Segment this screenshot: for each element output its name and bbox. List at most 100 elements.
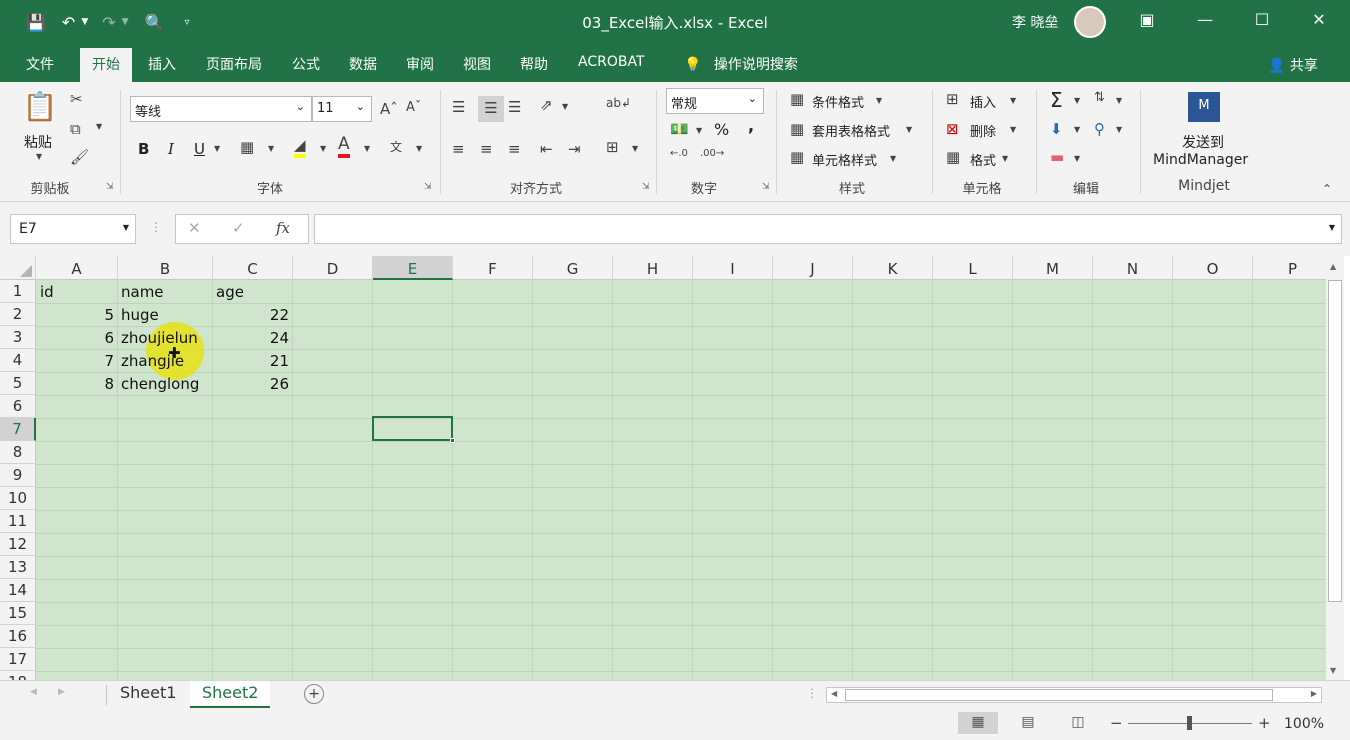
- row-header-selected[interactable]: 7: [0, 418, 36, 441]
- chevron-down-icon[interactable]: ▼: [36, 152, 42, 161]
- wrap-text-icon[interactable]: ab↲: [606, 96, 631, 110]
- row-header[interactable]: 2: [0, 303, 36, 326]
- sort-filter-icon[interactable]: ⇅: [1094, 90, 1105, 105]
- more-options-icon[interactable]: ⋮: [150, 220, 162, 234]
- column-header-h[interactable]: H: [613, 256, 693, 280]
- cell-a4[interactable]: 7: [36, 349, 117, 372]
- chevron-down-icon[interactable]: ▼: [1116, 96, 1122, 105]
- chevron-down-icon[interactable]: ▼: [1116, 125, 1122, 134]
- row-header[interactable]: 9: [0, 464, 36, 487]
- tab-insert[interactable]: 插入: [148, 54, 176, 74]
- cell-c5[interactable]: 26: [212, 372, 292, 395]
- column-header-j[interactable]: J: [773, 256, 853, 280]
- chevron-down-icon[interactable]: ▼: [1010, 96, 1016, 105]
- tab-split-handle-icon[interactable]: ⋮: [806, 686, 818, 700]
- column-header-g[interactable]: G: [533, 256, 613, 280]
- align-bottom-icon[interactable]: ☰: [508, 98, 521, 116]
- cut-icon[interactable]: ✂: [70, 90, 83, 108]
- cell-b2[interactable]: huge: [117, 303, 212, 326]
- row-header[interactable]: 15: [0, 602, 36, 625]
- row-header[interactable]: 17: [0, 648, 36, 671]
- bold-button[interactable]: B: [138, 140, 149, 158]
- format-painter-icon[interactable]: 🖌: [70, 148, 89, 166]
- cell-a1[interactable]: id: [36, 280, 118, 303]
- chevron-down-icon[interactable]: ▼: [1002, 154, 1008, 163]
- tab-review[interactable]: 审阅: [406, 54, 434, 74]
- cell-styles-button[interactable]: 单元格样式: [812, 150, 877, 169]
- increase-indent-icon[interactable]: ⇥: [568, 140, 581, 158]
- clear-icon[interactable]: ▬: [1050, 148, 1064, 166]
- row-header[interactable]: 6: [0, 395, 36, 418]
- number-format-select[interactable]: 常规 ⌄: [666, 88, 764, 114]
- scroll-down-icon[interactable]: ▼: [1330, 666, 1336, 675]
- dialog-launcher-icon[interactable]: ⇲: [642, 182, 650, 192]
- scroll-up-icon[interactable]: ▲: [1330, 262, 1336, 271]
- cell-c2[interactable]: 22: [212, 303, 292, 326]
- normal-view-icon[interactable]: ▦: [958, 712, 998, 734]
- close-icon[interactable]: ✕: [1304, 10, 1334, 29]
- chevron-down-icon[interactable]: ▼: [268, 144, 274, 153]
- increase-font-icon[interactable]: Aˆ: [380, 100, 398, 118]
- align-top-icon[interactable]: ☰: [452, 98, 465, 116]
- scroll-tabs-left-icon[interactable]: ◀: [30, 687, 37, 697]
- column-header-b[interactable]: B: [118, 256, 213, 280]
- tab-page-layout[interactable]: 页面布局: [206, 54, 262, 74]
- chevron-down-icon[interactable]: ▼: [890, 154, 896, 163]
- format-as-table-button[interactable]: 套用表格格式: [812, 121, 890, 140]
- insert-cells-button[interactable]: 插入: [970, 92, 996, 111]
- row-header[interactable]: 4: [0, 349, 36, 372]
- sheet-tab-sheet1[interactable]: Sheet1: [108, 681, 188, 708]
- fill-color-icon[interactable]: ◢: [294, 136, 306, 158]
- insert-function-icon[interactable]: fx: [276, 219, 290, 237]
- percent-button[interactable]: %: [714, 120, 729, 139]
- user-name[interactable]: 李 晓垒: [1012, 12, 1058, 32]
- format-cells-button[interactable]: 格式: [970, 150, 996, 169]
- ribbon-display-icon[interactable]: ▣: [1132, 10, 1162, 29]
- conditional-formatting-button[interactable]: 条件格式: [812, 92, 864, 111]
- cell-b3[interactable]: zhoujielun: [117, 326, 212, 349]
- cell-b5[interactable]: chenglong: [117, 372, 212, 395]
- chevron-down-icon[interactable]: ▼: [1074, 96, 1080, 105]
- column-header-i[interactable]: I: [693, 256, 773, 280]
- copy-icon[interactable]: ⧉: [70, 120, 81, 138]
- cell-c3[interactable]: 24: [212, 326, 292, 349]
- decrease-font-icon[interactable]: Aˇ: [406, 100, 421, 115]
- paste-button[interactable]: 粘贴: [24, 132, 52, 152]
- zoom-out-button[interactable]: −: [1110, 714, 1123, 732]
- cell-a3[interactable]: 6: [36, 326, 117, 349]
- vertical-scroll-thumb[interactable]: [1328, 280, 1342, 602]
- zoom-slider-thumb[interactable]: [1187, 716, 1192, 730]
- chevron-down-icon[interactable]: ▼: [1074, 125, 1080, 134]
- worksheet-grid[interactable]: A B C D E F G H I J K L M N O P 1 2 3 4 …: [0, 256, 1326, 680]
- tab-file[interactable]: 文件: [26, 54, 54, 74]
- tab-acrobat[interactable]: ACROBAT: [578, 54, 645, 70]
- row-header[interactable]: 3: [0, 326, 36, 349]
- chevron-down-icon[interactable]: ▼: [906, 125, 912, 134]
- column-header-e[interactable]: E: [373, 256, 453, 280]
- vertical-scrollbar[interactable]: ▲ ▼: [1326, 256, 1344, 680]
- horizontal-scrollbar[interactable]: ◀ ▶: [826, 687, 1322, 703]
- enter-icon[interactable]: ✓: [232, 219, 245, 237]
- tab-data[interactable]: 数据: [349, 54, 377, 74]
- font-size-select[interactable]: 11 ⌄: [312, 96, 372, 122]
- column-header-o[interactable]: O: [1173, 256, 1253, 280]
- chevron-down-icon[interactable]: ▼: [1074, 154, 1080, 163]
- row-header[interactable]: 1: [0, 280, 36, 303]
- decrease-decimal-icon[interactable]: .00→: [700, 148, 724, 159]
- merge-center-icon[interactable]: ⊞: [606, 138, 619, 156]
- share-button[interactable]: 👤 共享: [1268, 55, 1318, 75]
- column-header-c[interactable]: C: [213, 256, 293, 280]
- minimize-icon[interactable]: —: [1190, 10, 1220, 29]
- orientation-icon[interactable]: ⇗: [540, 96, 553, 114]
- maximize-icon[interactable]: ☐: [1247, 10, 1277, 29]
- sheet-tab-sheet2[interactable]: Sheet2: [190, 681, 271, 708]
- chevron-down-icon[interactable]: ▼: [364, 144, 370, 153]
- chevron-down-icon[interactable]: ▼: [632, 144, 638, 153]
- mindmanager-icon[interactable]: M: [1188, 92, 1220, 122]
- delete-cells-button[interactable]: 删除: [970, 121, 996, 140]
- zoom-in-button[interactable]: +: [1258, 714, 1271, 732]
- fill-handle[interactable]: [450, 438, 455, 443]
- chevron-down-icon[interactable]: ▼: [696, 126, 702, 135]
- dialog-launcher-icon[interactable]: ⇲: [424, 182, 432, 192]
- chevron-down-icon[interactable]: ▼: [416, 144, 422, 153]
